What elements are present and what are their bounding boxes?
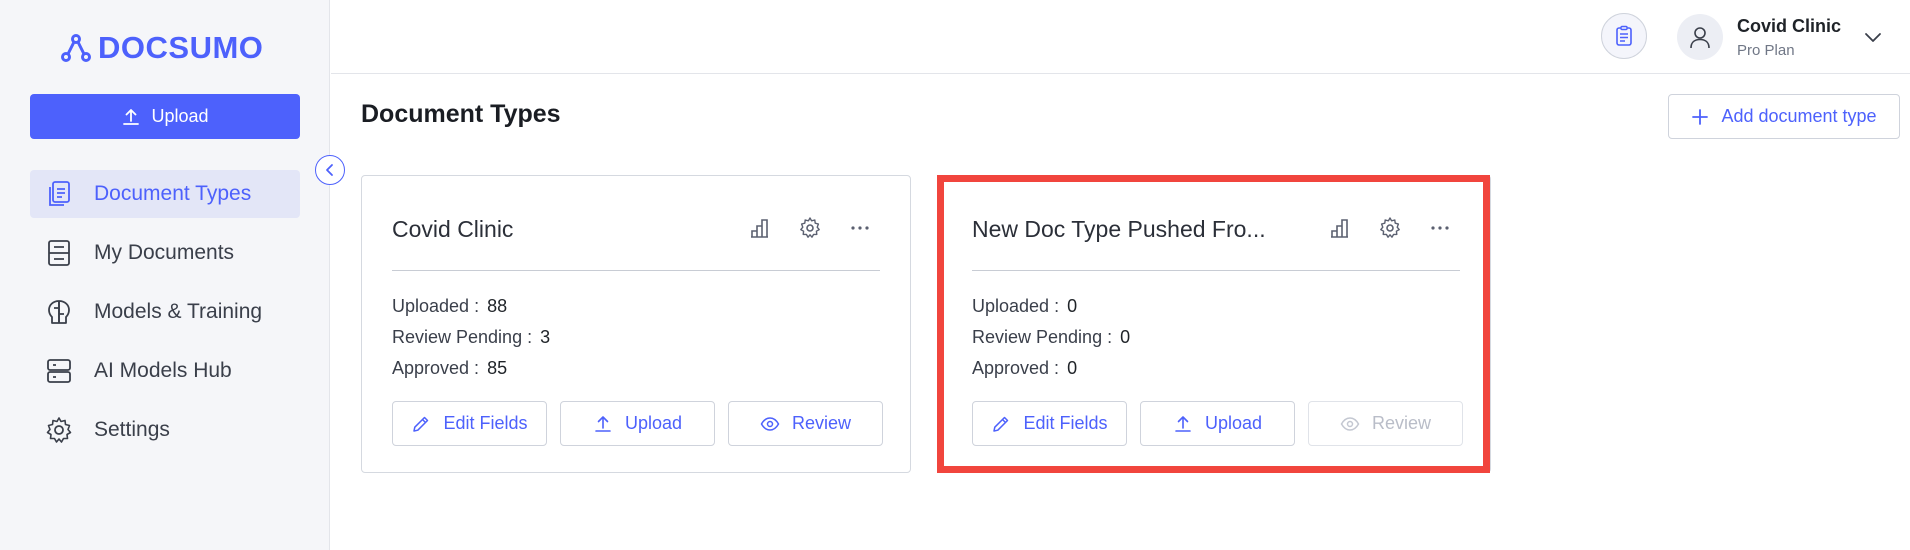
gear-icon [46,417,72,443]
upload-button-label: Upload [151,106,209,126]
stat-review-pending: Review Pending :0 [972,327,1131,347]
pencil-icon [413,416,429,432]
docsumo-logo[interactable]: DOCSUMO [60,30,263,66]
stat-review-pending: Review Pending :3 [392,327,551,347]
sidebar-item-document-types[interactable]: Document Types [30,170,300,218]
card-toolbar [1328,216,1452,240]
plus-icon [1692,108,1709,125]
document-type-card: Covid Clinic Uploaded :88 Review Pending… [361,175,911,473]
edit-fields-button[interactable]: Edit Fields [972,401,1127,446]
user-plan: Pro Plan [1737,42,1795,59]
edit-fields-button[interactable]: Edit Fields [392,401,547,446]
card-actions: Edit Fields Upload Review [392,401,883,446]
stat-uploaded: Uploaded :88 [392,296,508,316]
add-document-type-button[interactable]: Add document type [1668,94,1900,139]
upload-icon [123,108,140,125]
sidebar-item-models-training[interactable]: Models & Training [30,288,300,336]
card-title[interactable]: New Doc Type Pushed Fro... [972,216,1266,243]
upload-button[interactable]: Upload [30,94,300,139]
sidebar-item-ai-models-hub[interactable]: AI Models Hub [30,347,300,395]
collapse-sidebar-button[interactable] [315,155,345,185]
card-actions: Edit Fields Upload Review [972,401,1463,446]
user-icon [1690,27,1710,49]
more-options-icon[interactable] [848,216,872,240]
upload-icon [1175,415,1191,432]
chevron-down-icon[interactable] [1862,26,1884,48]
brain-icon [48,300,70,324]
eye-icon [760,416,780,431]
sidebar-item-label: Document Types [94,182,252,205]
card-divider [392,270,880,271]
analytics-icon[interactable] [1328,216,1352,240]
card-toolbar [748,216,872,240]
review-button[interactable]: Review [728,401,883,446]
more-options-icon[interactable] [1428,216,1452,240]
stat-uploaded: Uploaded :0 [972,296,1078,316]
sidebar-item-label: My Documents [94,241,235,264]
page-title: Document Types [361,100,561,128]
document-type-card: New Doc Type Pushed Fro... Uploaded :0 R… [941,175,1491,473]
server-icon [47,359,71,383]
review-button-disabled: Review [1308,401,1463,446]
pencil-icon [993,416,1009,432]
upload-button[interactable]: Upload [560,401,715,446]
docsumo-logo-icon [61,34,91,62]
analytics-icon[interactable] [748,216,772,240]
logo-text: DOCSUMO [98,30,264,65]
add-document-type-label: Add document type [1721,106,1877,126]
sidebar-nav: Document Types My Documents Models & Tra… [30,170,300,465]
settings-icon[interactable] [1378,216,1402,240]
top-header [331,0,1910,74]
sidebar-item-my-documents[interactable]: My Documents [30,229,300,277]
sidebar-item-settings[interactable]: Settings [30,406,300,454]
upload-button[interactable]: Upload [1140,401,1295,446]
upload-icon [595,415,611,432]
clipboard-icon [1616,25,1632,46]
user-name: Covid Clinic [1737,16,1842,36]
eye-icon [1340,416,1360,431]
document-types-icon [49,181,70,206]
settings-icon[interactable] [798,216,822,240]
stat-approved: Approved :0 [972,358,1078,378]
sidebar-item-label: Models & Training [94,300,263,323]
sidebar-item-label: Settings [94,418,170,441]
card-title[interactable]: Covid Clinic [392,216,513,243]
avatar[interactable] [1677,14,1723,60]
sidebar: DOCSUMO Upload Document Types My Documen… [0,0,330,550]
card-divider [972,270,1460,271]
my-documents-icon [48,240,70,266]
clipboard-button[interactable] [1601,13,1647,59]
sidebar-item-label: AI Models Hub [94,359,232,382]
stat-approved: Approved :85 [392,358,508,378]
chevron-left-icon [326,164,333,176]
